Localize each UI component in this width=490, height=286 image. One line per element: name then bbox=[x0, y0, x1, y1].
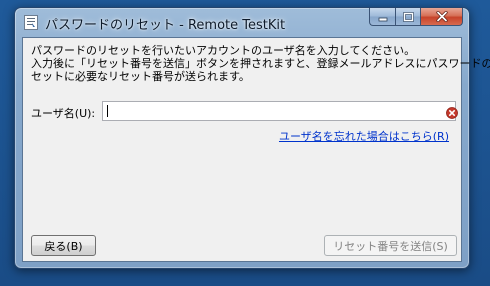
text-caret bbox=[107, 105, 108, 117]
forgot-username-link[interactable]: ユーザ名を忘れた場合はこちら(R) bbox=[279, 128, 449, 144]
caption-buttons bbox=[369, 8, 463, 27]
dialog-content: パスワードのリセットを行いたいアカウントのユーザ名を入力してください。 入力後に… bbox=[22, 37, 490, 262]
send-reset-number-button[interactable]: リセット番号を送信(S) bbox=[324, 235, 457, 256]
username-label: ユーザ名(U): bbox=[31, 107, 96, 120]
title-bar[interactable]: パスワードのリセット - Remote TestKit bbox=[15, 8, 469, 36]
minimize-icon bbox=[378, 17, 387, 21]
minimize-button[interactable] bbox=[369, 8, 395, 26]
instruction-line: パスワードのリセットを行いたいアカウントのユーザ名を入力してください。 bbox=[31, 44, 416, 57]
reset-password-dialog: パスワードのリセット - Remote TestKit パスワードのリセットを行… bbox=[14, 7, 490, 269]
instructions-text: パスワードのリセットを行いたいアカウントのユーザ名を入力してください。 入力後に… bbox=[31, 44, 490, 83]
instruction-line: セットに必要なリセット番号が送られます。 bbox=[31, 70, 250, 83]
back-button[interactable]: 戻る(B) bbox=[31, 235, 96, 256]
error-icon bbox=[446, 107, 458, 119]
close-button[interactable] bbox=[420, 8, 463, 26]
window-title: パスワードのリセット - Remote TestKit bbox=[45, 18, 286, 33]
maximize-button[interactable] bbox=[395, 8, 420, 26]
maximize-icon bbox=[402, 11, 414, 22]
close-icon bbox=[435, 11, 448, 22]
app-icon bbox=[24, 15, 38, 30]
username-input[interactable] bbox=[102, 101, 456, 121]
instruction-line: 入力後に「リセット番号を送信」ボタンを押されますと、登録メールアドレスにパスワー… bbox=[31, 57, 490, 70]
